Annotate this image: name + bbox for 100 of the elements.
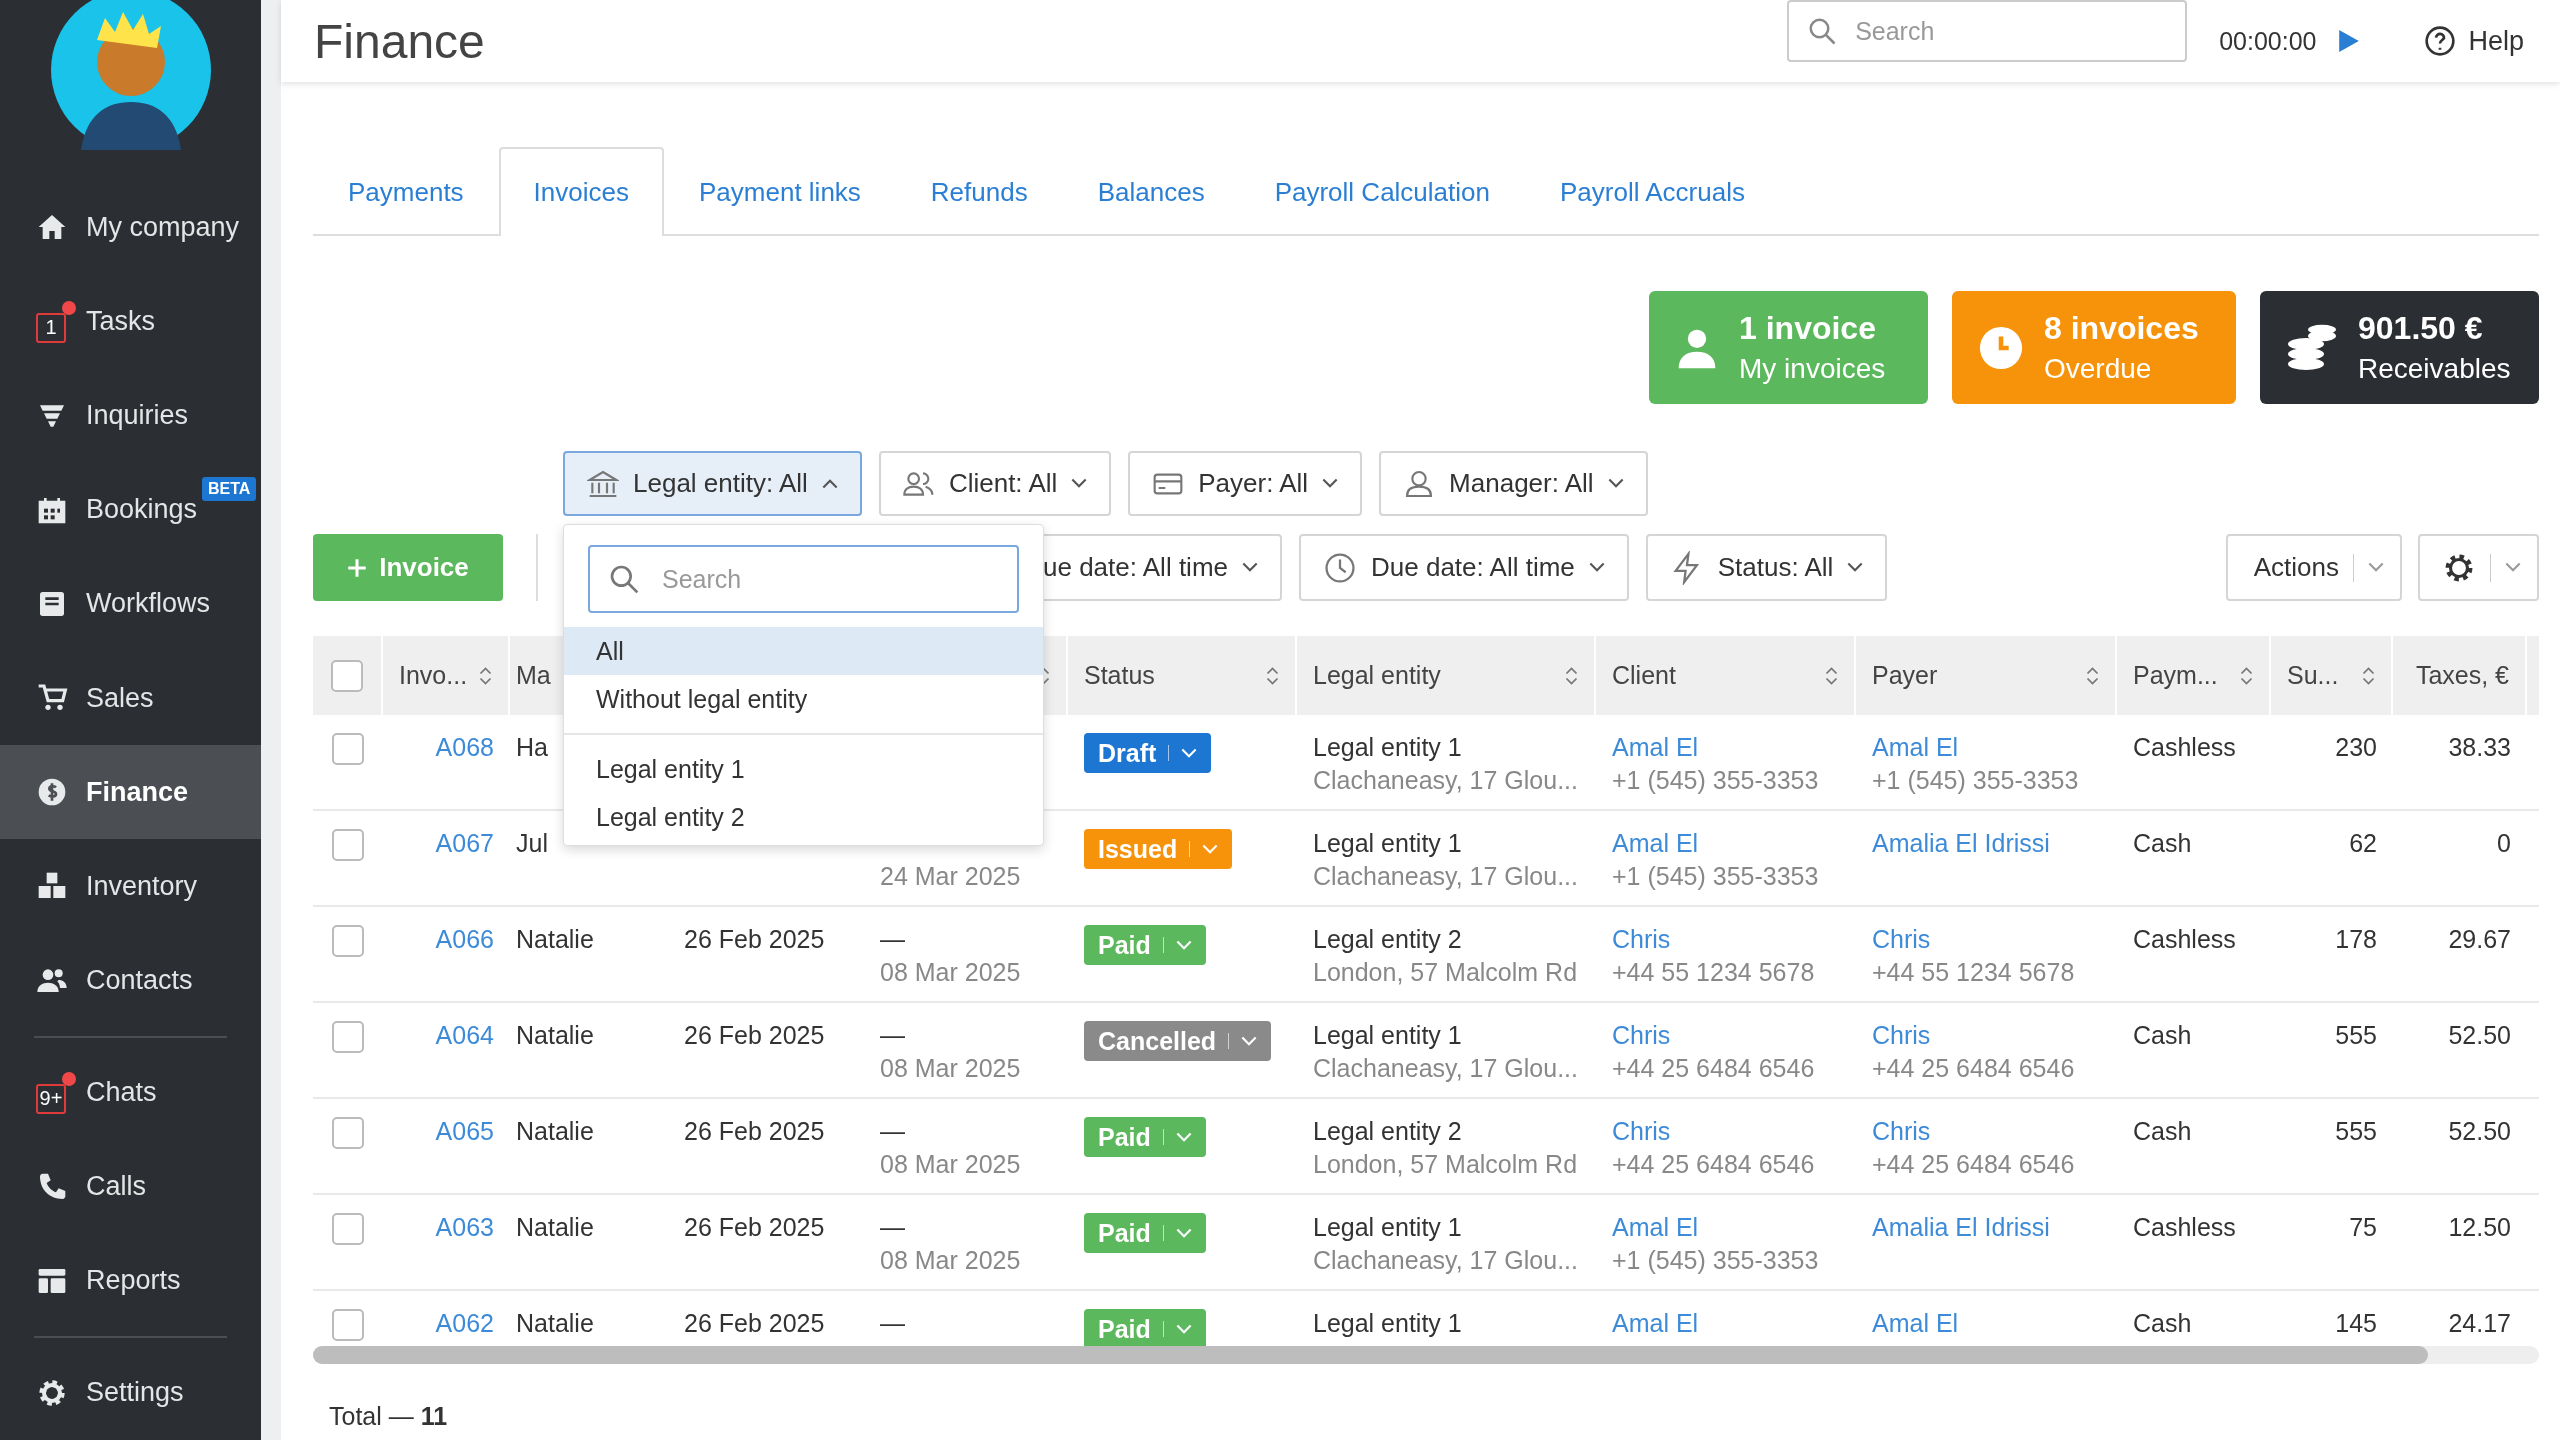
play-icon[interactable] <box>2338 29 2361 53</box>
contact-link[interactable]: Amal El <box>1872 1307 1959 1340</box>
sidebar-item[interactable]: Sales <box>0 651 261 746</box>
sidebar-item[interactable]: Workflows <box>0 556 261 652</box>
status-dropdown[interactable]: Cancelled <box>1084 1021 1272 1061</box>
invoice-link[interactable]: A065 <box>435 1115 494 1148</box>
checkbox[interactable] <box>332 1213 364 1245</box>
stat-card[interactable]: 901.50 € Receivables <box>2260 291 2539 404</box>
sort-icon[interactable] <box>479 665 492 686</box>
column-header[interactable]: Ma <box>516 661 551 690</box>
status-dropdown[interactable]: Paid <box>1084 925 1206 965</box>
column-header[interactable]: Status <box>1084 661 1155 690</box>
sidebar-item[interactable]: Finance <box>0 745 261 840</box>
contact-link[interactable]: Amal El <box>1612 1307 1699 1340</box>
status-dropdown[interactable]: Paid <box>1084 1213 1206 1253</box>
checkbox[interactable] <box>332 1117 364 1149</box>
checkbox[interactable] <box>332 733 364 765</box>
contact-link[interactable]: Chris <box>1872 923 1931 956</box>
contact-link[interactable]: Chris <box>1872 1019 1931 1052</box>
sidebar-item[interactable]: Inventory <box>0 839 261 934</box>
sidebar-item[interactable]: Contacts <box>0 933 261 1028</box>
avatar[interactable] <box>50 0 211 150</box>
column-header[interactable]: Invo... <box>399 661 468 690</box>
sidebar-item[interactable]: 1 Tasks <box>0 274 261 369</box>
column-header[interactable]: Su... <box>2287 661 2339 690</box>
dropdown-option[interactable]: Legal entity 1 <box>564 745 1043 793</box>
sidebar-item[interactable]: Calls <box>0 1139 261 1234</box>
caret-down-icon <box>1202 843 1219 855</box>
search-field[interactable]: Search <box>588 545 1019 613</box>
status-dropdown[interactable]: Paid <box>1084 1309 1206 1346</box>
tab[interactable]: Balances <box>1062 147 1240 236</box>
column-header[interactable]: Paym... <box>2133 661 2218 690</box>
dropdown-option[interactable]: Legal entity 2 <box>564 793 1043 841</box>
sidebar-item[interactable]: 9+ Chats <box>0 1045 261 1140</box>
invoice-link[interactable]: A063 <box>435 1211 494 1244</box>
stat-card[interactable]: 1 invoice My invoices <box>1649 291 1928 404</box>
invoice-link[interactable]: A068 <box>435 731 494 764</box>
sidebar-item[interactable]: Bookings BETA <box>0 462 261 557</box>
dropdown-option[interactable]: Without legal entity <box>564 675 1043 723</box>
filter-dropdown[interactable]: Legal entity: All <box>563 451 862 516</box>
column-header[interactable]: Payer <box>1872 661 1938 690</box>
sort-icon[interactable] <box>2086 665 2099 686</box>
sort-icon[interactable] <box>2362 665 2375 686</box>
sidebar-item[interactable]: Settings <box>0 1345 261 1440</box>
dropdown-option[interactable]: All <box>564 627 1043 675</box>
checkbox[interactable] <box>331 659 363 692</box>
filter-dropdown[interactable]: Client: All <box>878 451 1112 516</box>
tab[interactable]: Payroll Accruals <box>1525 147 1780 236</box>
contact-link[interactable]: Amalia El Idrissi <box>1872 1211 2050 1244</box>
filter-dropdown[interactable]: Due date: All time <box>1299 534 1629 601</box>
search-field[interactable]: Search <box>1787 0 2188 62</box>
table-cell-text: Legal entity 1 <box>1313 732 1462 763</box>
phone-number: +1 (545) 355-3353 <box>1612 861 1819 892</box>
scrollbar[interactable] <box>313 1346 2539 1364</box>
contact-link[interactable]: Chris <box>1872 1115 1931 1148</box>
contact-link[interactable]: Amal El <box>1612 827 1699 860</box>
contact-link[interactable]: Chris <box>1612 923 1671 956</box>
filter-dropdown[interactable]: Manager: All <box>1379 451 1648 516</box>
contact-link[interactable]: Amal El <box>1612 1211 1699 1244</box>
status-dropdown[interactable]: Draft <box>1084 733 1212 773</box>
sort-icon[interactable] <box>1266 665 1279 686</box>
invoice-link[interactable]: A062 <box>435 1307 494 1340</box>
invoice-link[interactable]: A067 <box>435 827 494 860</box>
actions-button[interactable]: Actions <box>2225 534 2402 601</box>
tab[interactable]: Invoices <box>498 147 664 236</box>
column-header[interactable]: Client <box>1612 661 1676 690</box>
status-dropdown[interactable]: Issued <box>1084 829 1233 869</box>
filter-dropdown[interactable]: Payer: All <box>1128 451 1363 516</box>
help-icon[interactable] <box>2424 25 2457 57</box>
checkbox[interactable] <box>332 1309 364 1341</box>
column-header[interactable]: Taxes, € <box>2415 661 2509 690</box>
contact-link[interactable]: Amal El <box>1612 731 1699 764</box>
sort-icon[interactable] <box>1825 665 1838 686</box>
tab[interactable]: Payroll Calculation <box>1239 147 1525 236</box>
tab[interactable]: Payment links <box>664 147 896 236</box>
contact-link[interactable]: Amalia El Idrissi <box>1872 827 2050 860</box>
invoice-link[interactable]: A066 <box>435 923 494 956</box>
contact-link[interactable]: Chris <box>1612 1115 1671 1148</box>
filter-dropdown[interactable]: Status: All <box>1645 534 1888 601</box>
tab[interactable]: Payments <box>313 147 499 236</box>
contact-link[interactable]: Amal El <box>1872 731 1959 764</box>
help-link[interactable]: Help <box>2468 25 2524 57</box>
checkbox[interactable] <box>332 1021 364 1053</box>
sort-icon[interactable] <box>2240 665 2253 686</box>
status-dropdown[interactable]: Paid <box>1084 1117 1206 1157</box>
due-date: 24 Mar 2025 <box>880 861 1021 892</box>
checkbox[interactable] <box>332 925 364 957</box>
checkbox[interactable] <box>332 829 364 861</box>
column-header[interactable]: Legal entity <box>1313 661 1441 690</box>
contact-link[interactable]: Chris <box>1612 1019 1671 1052</box>
stat-card[interactable]: 8 invoices Overdue <box>1952 291 2236 404</box>
sort-icon[interactable] <box>1565 665 1578 686</box>
sidebar-item[interactable]: My company <box>0 180 261 275</box>
new-invoice-button[interactable]: Invoice <box>313 534 503 601</box>
sidebar-item[interactable]: Inquiries <box>0 368 261 463</box>
settings-button[interactable] <box>2418 534 2539 601</box>
tab[interactable]: Refunds <box>895 147 1063 236</box>
filter-dropdown[interactable]: ue date: All time <box>1043 534 1282 601</box>
invoice-link[interactable]: A064 <box>435 1019 494 1052</box>
sidebar-item[interactable]: Reports <box>0 1233 261 1328</box>
